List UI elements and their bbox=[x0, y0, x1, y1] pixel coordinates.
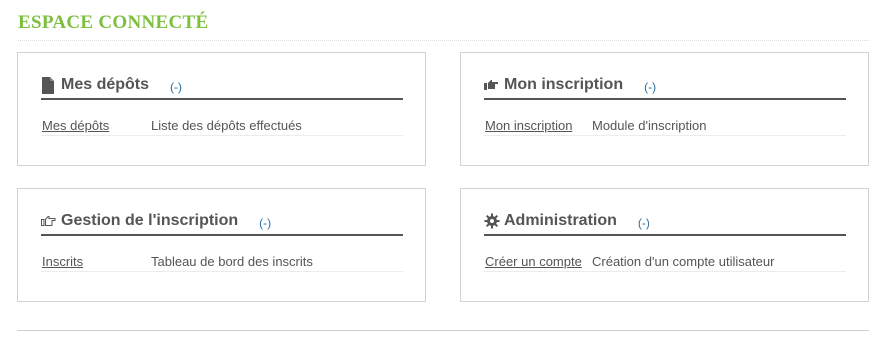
list-item: Mes dépôts Liste des dépôts effectués bbox=[41, 119, 403, 136]
list-item: Mon inscription Module d'inscription bbox=[484, 119, 846, 136]
footer-divider bbox=[17, 330, 869, 331]
panel-mon-inscription: Mon inscription (-) Mon inscription Modu… bbox=[460, 52, 869, 166]
panel-gestion-inscription: Gestion de l'inscription (-) Inscrits Ta… bbox=[17, 188, 426, 302]
panel-title: Mon inscription bbox=[504, 76, 624, 93]
collapse-toggle[interactable]: (-) bbox=[170, 80, 182, 94]
row-description: Liste des dépôts effectués bbox=[151, 118, 302, 133]
hand-point-right-icon bbox=[484, 77, 500, 95]
page-title: ESPACE CONNECTÉ bbox=[18, 12, 209, 33]
collapse-toggle[interactable]: (-) bbox=[259, 216, 271, 230]
panel-title: Administration bbox=[504, 212, 617, 229]
row-description: Création d'un compte utilisateur bbox=[592, 254, 775, 269]
row-description: Module d'inscription bbox=[592, 118, 707, 133]
collapse-toggle[interactable]: (-) bbox=[644, 80, 656, 94]
panel-header: Gestion de l'inscription (-) bbox=[41, 212, 403, 236]
mes-depots-link[interactable]: Mes dépôts bbox=[42, 119, 109, 133]
mon-inscription-link[interactable]: Mon inscription bbox=[485, 119, 572, 133]
panel-header: Administration (-) bbox=[484, 212, 846, 236]
inscrits-link[interactable]: Inscrits bbox=[42, 255, 83, 269]
panel-mes-depots: Mes dépôts (-) Mes dépôts Liste des dépô… bbox=[17, 52, 426, 166]
collapse-toggle[interactable]: (-) bbox=[638, 216, 650, 230]
hand-point-right-outline-icon bbox=[41, 213, 57, 231]
panel-administration: Administration (-) Créer un compte Créat… bbox=[460, 188, 869, 302]
panel-header: Mon inscription (-) bbox=[484, 76, 846, 100]
panel-header: Mes dépôts (-) bbox=[41, 76, 403, 100]
panel-title: Mes dépôts bbox=[61, 76, 150, 93]
title-divider bbox=[18, 40, 869, 41]
panel-title: Gestion de l'inscription bbox=[61, 212, 239, 229]
row-description: Tableau de bord des inscrits bbox=[151, 254, 313, 269]
creer-un-compte-link[interactable]: Créer un compte bbox=[485, 255, 582, 269]
gear-icon bbox=[484, 213, 500, 231]
list-item: Créer un compte Création d'un compte uti… bbox=[484, 255, 846, 272]
document-icon bbox=[41, 77, 57, 95]
list-item: Inscrits Tableau de bord des inscrits bbox=[41, 255, 403, 272]
